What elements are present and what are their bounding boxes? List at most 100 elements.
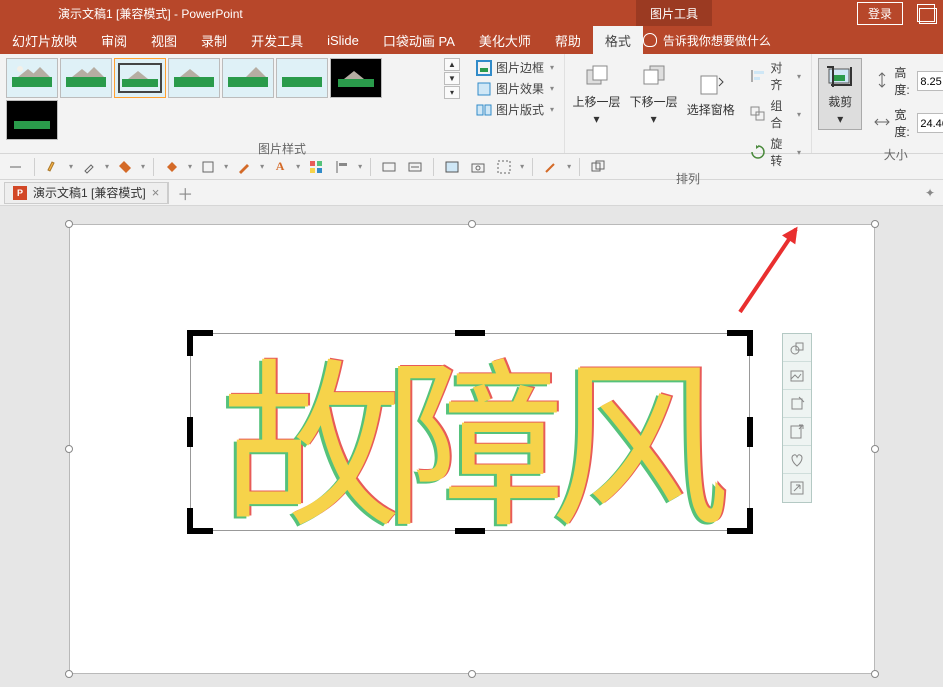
gallery-scroll[interactable]: ▲ ▼ ▾ bbox=[444, 58, 460, 99]
shape-icon[interactable] bbox=[115, 157, 135, 177]
rotate-button[interactable]: 旋转▾ bbox=[746, 134, 805, 170]
lightbulb-icon bbox=[643, 33, 657, 47]
style-thumb-4[interactable] bbox=[168, 58, 220, 98]
selection-pane-button[interactable]: 选择窗格 bbox=[685, 58, 736, 130]
slide-stage: 故障风 故障风 故障风 bbox=[0, 206, 943, 674]
crop-handle[interactable] bbox=[187, 330, 213, 356]
bring-forward-button[interactable]: 上移一层▾ bbox=[571, 58, 622, 130]
align-objects-icon[interactable] bbox=[332, 157, 352, 177]
pen-icon[interactable] bbox=[234, 157, 254, 177]
group-label-size: 大小 bbox=[818, 146, 943, 163]
align-icon bbox=[750, 68, 766, 84]
selected-picture[interactable]: 故障风 故障风 故障风 bbox=[190, 333, 750, 531]
crop-handle[interactable] bbox=[455, 330, 485, 336]
style-thumb-5[interactable] bbox=[222, 58, 274, 98]
powerpoint-icon: P bbox=[13, 186, 27, 200]
width-input[interactable] bbox=[917, 113, 943, 133]
border-icon bbox=[476, 60, 492, 76]
gallery-more-icon[interactable]: ▾ bbox=[444, 86, 460, 99]
swatches-icon[interactable] bbox=[306, 157, 326, 177]
tab-pocket-anim[interactable]: 口袋动画 PA bbox=[371, 26, 467, 54]
slide-handle[interactable] bbox=[468, 220, 476, 228]
tab-islide[interactable]: iSlide bbox=[315, 26, 371, 54]
crop-handle[interactable] bbox=[727, 330, 753, 356]
style-thumb-2[interactable] bbox=[60, 58, 112, 98]
picture-icon[interactable] bbox=[442, 157, 462, 177]
panel-image-icon[interactable] bbox=[783, 362, 811, 390]
close-tab-icon[interactable]: × bbox=[152, 185, 160, 200]
crop-handle[interactable] bbox=[727, 508, 753, 534]
slide-handle[interactable] bbox=[65, 220, 73, 228]
screenshot-icon[interactable] bbox=[494, 157, 514, 177]
pin-icon[interactable]: ✦ bbox=[925, 186, 935, 200]
panel-export-icon[interactable] bbox=[783, 418, 811, 446]
duplicate-icon[interactable] bbox=[588, 157, 608, 177]
style-thumb-3-selected[interactable] bbox=[114, 58, 166, 98]
picture-effects-button[interactable]: 图片效果▾ bbox=[472, 79, 558, 98]
tab-record[interactable]: 录制 bbox=[189, 26, 239, 54]
add-tab-button[interactable]: ＋ bbox=[177, 181, 193, 205]
gallery-up-icon[interactable]: ▲ bbox=[444, 58, 460, 71]
picture-styles-gallery[interactable] bbox=[6, 58, 436, 140]
style-thumb-6[interactable] bbox=[276, 58, 328, 98]
panel-crop-icon[interactable] bbox=[783, 390, 811, 418]
rotate-icon bbox=[750, 144, 766, 160]
style-thumb-1[interactable] bbox=[6, 58, 58, 98]
group-button[interactable]: 组合▾ bbox=[746, 96, 805, 132]
ribbon: ▲ ▼ ▾ 图片边框▾ 图片效果▾ 图片版式▾ 图片样式 bbox=[0, 54, 943, 154]
send-backward-icon bbox=[639, 63, 669, 91]
tab-format[interactable]: 格式 bbox=[593, 26, 643, 54]
font-color-a-icon[interactable]: A bbox=[270, 157, 290, 177]
window-restore-icon[interactable] bbox=[917, 4, 935, 22]
panel-shape-icon[interactable] bbox=[783, 334, 811, 362]
align-button[interactable]: 对齐▾ bbox=[746, 58, 805, 94]
crop-handle[interactable] bbox=[187, 508, 213, 534]
slide-handle[interactable] bbox=[468, 670, 476, 678]
tab-slideshow[interactable]: 幻灯片放映 bbox=[0, 26, 89, 54]
crop-icon bbox=[825, 63, 855, 91]
eyedropper-icon[interactable] bbox=[79, 157, 99, 177]
crop-handle[interactable] bbox=[747, 417, 753, 447]
tab-beautify[interactable]: 美化大师 bbox=[467, 26, 543, 54]
slide-handle[interactable] bbox=[871, 670, 879, 678]
tab-help[interactable]: 帮助 bbox=[543, 26, 593, 54]
slide-handle[interactable] bbox=[871, 445, 879, 453]
textbox2-icon[interactable] bbox=[405, 157, 425, 177]
contextual-tab-label: 图片工具 bbox=[636, 0, 712, 26]
panel-expand-icon[interactable] bbox=[783, 474, 811, 502]
crop-handle[interactable] bbox=[455, 528, 485, 534]
outline-icon[interactable] bbox=[198, 157, 218, 177]
bring-forward-icon bbox=[582, 63, 612, 91]
slide-handle[interactable] bbox=[65, 445, 73, 453]
height-input[interactable] bbox=[917, 71, 943, 91]
crop-handle[interactable] bbox=[187, 417, 193, 447]
picture-layout-button[interactable]: 图片版式▾ bbox=[472, 100, 558, 119]
document-tab-1[interactable]: P 演示文稿1 [兼容模式] × bbox=[4, 182, 168, 204]
gallery-down-icon[interactable]: ▼ bbox=[444, 72, 460, 85]
tab-review[interactable]: 审阅 bbox=[89, 26, 139, 54]
textbox-icon[interactable] bbox=[379, 157, 399, 177]
tellme-placeholder[interactable]: 告诉我你想要做什么 bbox=[663, 32, 771, 49]
window-title: 演示文稿1 [兼容模式] - PowerPoint bbox=[58, 5, 243, 22]
picture-border-button[interactable]: 图片边框▾ bbox=[472, 58, 558, 77]
format-painter-icon[interactable] bbox=[43, 157, 63, 177]
crop-button[interactable]: 裁剪▾ bbox=[818, 58, 862, 130]
width-label: 宽度: bbox=[894, 106, 913, 140]
tab-view[interactable]: 视图 bbox=[139, 26, 189, 54]
send-backward-button[interactable]: 下移一层▾ bbox=[628, 58, 679, 130]
slide-handle[interactable] bbox=[871, 220, 879, 228]
height-icon bbox=[874, 72, 890, 91]
style-thumb-7[interactable] bbox=[330, 58, 382, 98]
panel-like-icon[interactable] bbox=[783, 446, 811, 474]
align-left-icon[interactable] bbox=[6, 157, 26, 177]
fill-icon[interactable] bbox=[162, 157, 182, 177]
width-icon bbox=[874, 114, 890, 133]
chevron-down-icon: ▾ bbox=[550, 63, 554, 72]
link-pen-icon[interactable] bbox=[541, 157, 561, 177]
camera-icon[interactable] bbox=[468, 157, 488, 177]
login-button[interactable]: 登录 bbox=[857, 2, 903, 25]
slide-handle[interactable] bbox=[65, 670, 73, 678]
tab-developer[interactable]: 开发工具 bbox=[239, 26, 315, 54]
style-thumb-8[interactable] bbox=[6, 100, 58, 140]
slide-canvas[interactable]: 故障风 故障风 故障风 bbox=[69, 224, 875, 674]
